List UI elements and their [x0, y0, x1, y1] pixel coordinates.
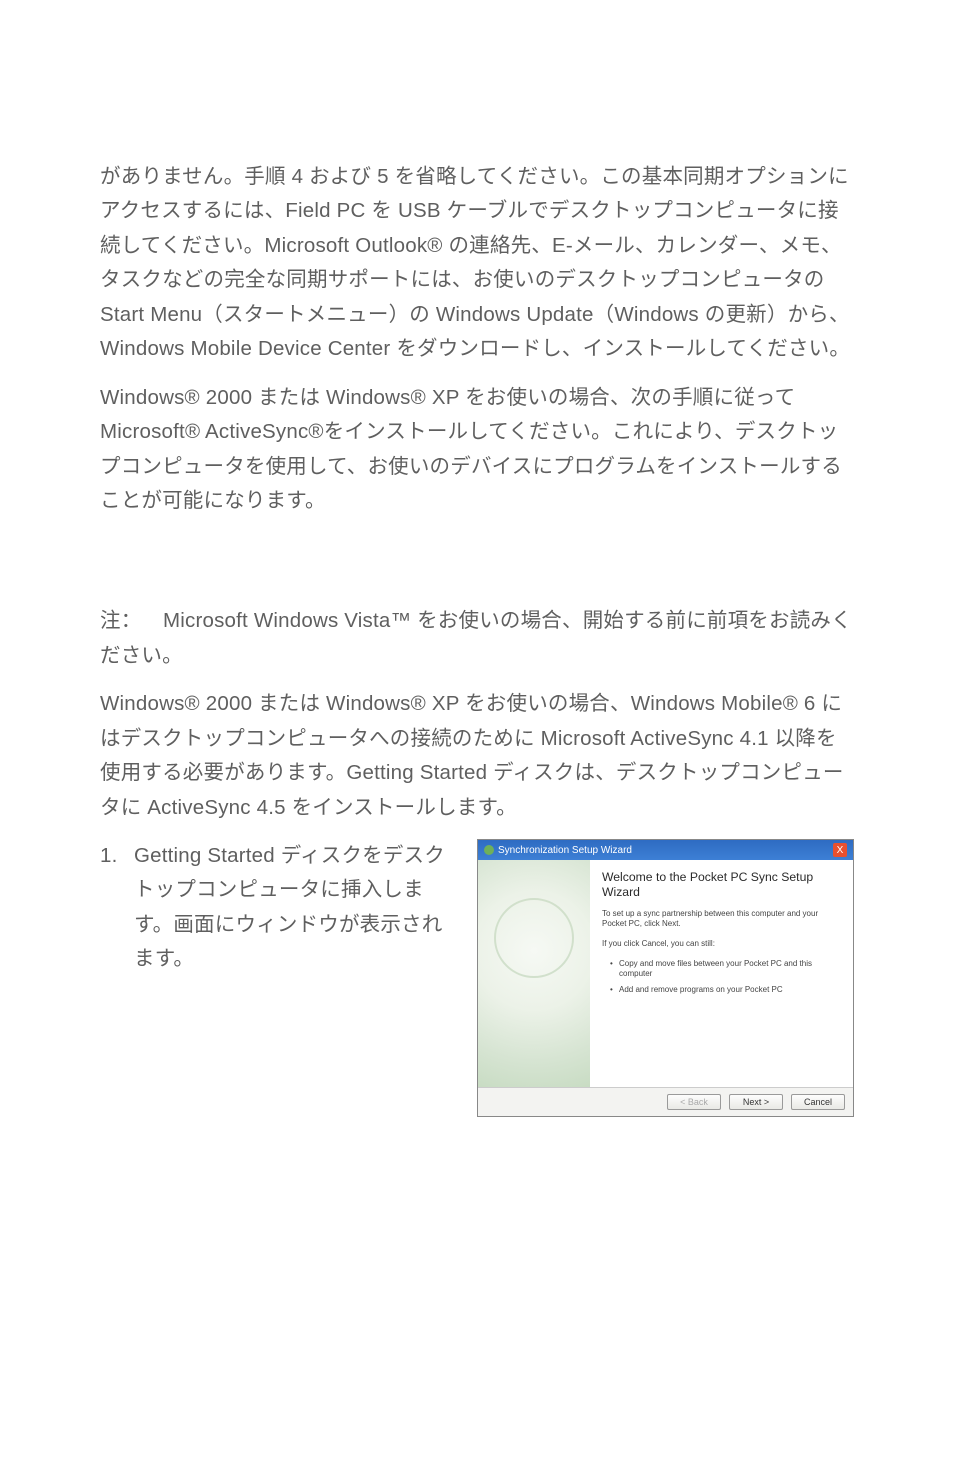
paragraph-2: Windows® 2000 または Windows® XP をお使いの場合、次の…: [100, 381, 854, 519]
next-button[interactable]: Next >: [729, 1094, 783, 1110]
wizard-footer: < Back Next > Cancel: [478, 1087, 853, 1116]
step-1: 1. Getting Started ディスクをデスクトップコンピュータに挿入し…: [100, 839, 455, 977]
activesync-icon: [484, 845, 494, 855]
back-button: < Back: [667, 1094, 721, 1110]
wizard-content: Welcome to the Pocket PC Sync Setup Wiza…: [590, 860, 853, 1087]
wizard-banner-image: [478, 860, 590, 1087]
close-icon[interactable]: X: [833, 843, 847, 857]
wizard-body: Welcome to the Pocket PC Sync Setup Wiza…: [478, 860, 853, 1087]
note-paragraph: 注：Microsoft Windows Vista™ をお使いの場合、開始する前…: [100, 604, 854, 673]
wizard-line-2: If you click Cancel, you can still:: [602, 939, 841, 949]
sync-setup-wizard-window: Synchronization Setup Wizard X Welcome t…: [477, 839, 854, 1117]
wizard-heading: Welcome to the Pocket PC Sync Setup Wiza…: [602, 870, 841, 901]
wizard-title-text: Synchronization Setup Wizard: [498, 845, 632, 856]
wizard-line-1: To set up a sync partnership between thi…: [602, 909, 841, 929]
paragraph-3: Windows® 2000 または Windows® XP をお使いの場合、Wi…: [100, 687, 854, 825]
lower-row: 1. Getting Started ディスクをデスクトップコンピュータに挿入し…: [100, 839, 854, 1117]
step-1-number: 1.: [100, 839, 134, 977]
note-label: 注：: [100, 604, 163, 638]
wizard-bullet-1: Copy and move files between your Pocket …: [610, 959, 841, 980]
cancel-button[interactable]: Cancel: [791, 1094, 845, 1110]
wizard-titlebar: Synchronization Setup Wizard X: [478, 840, 853, 860]
note-body: Microsoft Windows Vista™ をお使いの場合、開始する前に前…: [100, 609, 852, 666]
step-1-text: Getting Started ディスクをデスクトップコンピュータに挿入します。…: [134, 839, 455, 977]
paragraph-1: がありません。手順 4 および 5 を省略してください。この基本同期オプションに…: [100, 160, 854, 367]
wizard-bullet-2: Add and remove programs on your Pocket P…: [610, 985, 841, 995]
